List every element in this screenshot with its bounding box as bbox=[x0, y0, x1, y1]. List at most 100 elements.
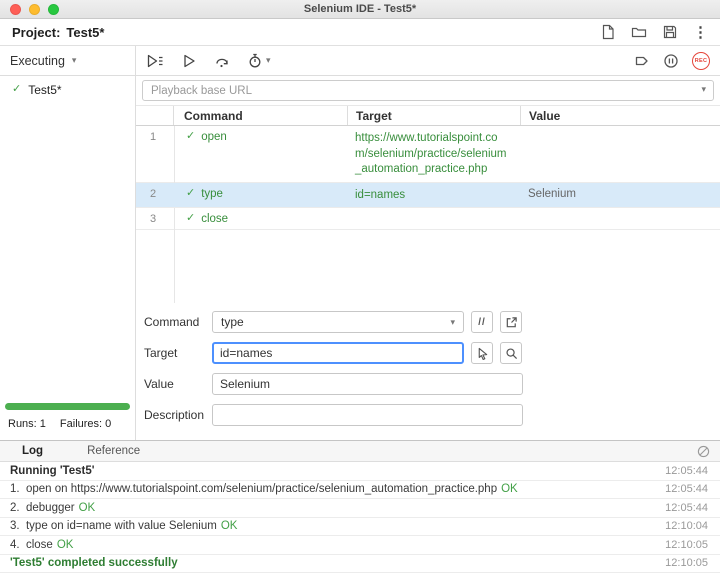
tests-sidebar: Executing ▾ ✓ Test5* Runs: 1 Failures: 0 bbox=[0, 46, 136, 440]
test-name: Test5* bbox=[28, 83, 61, 97]
project-name: Test5* bbox=[66, 25, 104, 40]
toolbar-right: REC bbox=[634, 52, 710, 70]
find-target-in-page-button[interactable] bbox=[500, 342, 522, 364]
record-button[interactable]: REC bbox=[692, 52, 710, 70]
tests-view-dropdown[interactable]: Executing ▾ bbox=[0, 46, 135, 76]
log-entry: 4. close OK 12:10:05 bbox=[0, 536, 720, 555]
tab-reference[interactable]: Reference bbox=[87, 445, 140, 457]
log-timestamp: 12:10:05 bbox=[665, 557, 708, 569]
row-value bbox=[520, 208, 720, 229]
select-target-in-page-button[interactable] bbox=[471, 342, 493, 364]
clear-log-icon[interactable] bbox=[697, 445, 710, 458]
log-panel: Log Reference Running 'Test5' 12:05:44 1… bbox=[0, 440, 720, 574]
sidebar-spacer bbox=[0, 103, 135, 403]
passed-check-icon: ✓ bbox=[186, 131, 195, 142]
log-entry: 1. open on https://www.tutorialspoint.co… bbox=[0, 481, 720, 500]
close-window-button[interactable] bbox=[10, 4, 21, 15]
command-row: Command type ▾ // bbox=[144, 311, 710, 333]
log-timestamp: 12:05:44 bbox=[665, 483, 708, 495]
value-label: Value bbox=[144, 377, 212, 391]
passed-check-icon: ✓ bbox=[12, 84, 21, 95]
log-tabs: Log Reference bbox=[0, 441, 720, 462]
run-stats: Runs: 1 Failures: 0 bbox=[0, 418, 135, 440]
row-value: Selenium bbox=[520, 183, 720, 208]
command-label: Command bbox=[144, 315, 212, 329]
description-input[interactable] bbox=[212, 404, 523, 426]
zoom-window-button[interactable] bbox=[48, 4, 59, 15]
pause-on-exceptions-icon[interactable] bbox=[663, 53, 679, 69]
ok-status: OK bbox=[57, 539, 74, 551]
run-current-test-button[interactable] bbox=[181, 53, 197, 69]
log-timestamp: 12:10:04 bbox=[665, 520, 708, 532]
value-row: Value bbox=[144, 373, 710, 395]
ok-status: OK bbox=[221, 520, 238, 532]
toggle-comment-button[interactable]: // bbox=[471, 311, 493, 333]
run-progress-bar bbox=[5, 403, 130, 410]
table-row[interactable]: 3 ✓ close bbox=[136, 208, 720, 230]
log-entry: 'Test5' completed successfully 12:10:05 bbox=[0, 555, 720, 574]
chevron-down-icon: ▾ bbox=[266, 56, 271, 65]
row-command: type bbox=[201, 188, 223, 200]
playback-base-url-input[interactable] bbox=[142, 80, 714, 101]
row-value bbox=[520, 126, 720, 182]
ok-status: OK bbox=[79, 502, 96, 514]
row-number: 2 bbox=[136, 183, 174, 208]
passed-check-icon: ✓ bbox=[186, 188, 195, 199]
table-body: 1 ✓ open https://www.tutorialspoint.com/… bbox=[136, 126, 720, 303]
tab-log[interactable]: Log bbox=[22, 445, 43, 457]
selenium-ide-window: Selenium IDE - Test5* Project: Test5* ⋮ bbox=[0, 0, 720, 574]
column-number bbox=[136, 106, 174, 125]
test-speed-button[interactable]: ▾ bbox=[247, 52, 271, 69]
log-entry: 2. debugger OK 12:05:44 bbox=[0, 499, 720, 518]
main-panel: ▾ REC bbox=[136, 46, 720, 440]
command-select[interactable]: type ▾ bbox=[212, 311, 464, 333]
playback-toolbar: ▾ REC bbox=[136, 46, 720, 76]
chevron-down-icon: ▾ bbox=[450, 318, 455, 327]
window-title: Selenium IDE - Test5* bbox=[0, 3, 720, 15]
row-target bbox=[347, 208, 520, 229]
column-value: Value bbox=[520, 106, 720, 125]
table-row[interactable]: 1 ✓ open https://www.tutorialspoint.com/… bbox=[136, 126, 720, 183]
row-number: 1 bbox=[136, 126, 174, 182]
column-target: Target bbox=[347, 106, 520, 125]
log-entry: 3. type on id=name with value Selenium O… bbox=[0, 518, 720, 537]
log-entries: Running 'Test5' 12:05:44 1. open on http… bbox=[0, 462, 720, 574]
table-row-selected[interactable]: 2 ✓ type id=names Selenium bbox=[136, 183, 720, 209]
target-label: Target bbox=[144, 346, 212, 360]
more-menu-icon[interactable]: ⋮ bbox=[693, 25, 708, 40]
log-entry: Running 'Test5' 12:05:44 bbox=[0, 462, 720, 481]
row-command: close bbox=[201, 213, 228, 225]
workspace: Executing ▾ ✓ Test5* Runs: 1 Failures: 0 bbox=[0, 46, 720, 440]
passed-check-icon: ✓ bbox=[186, 213, 195, 224]
minimize-window-button[interactable] bbox=[29, 4, 40, 15]
value-input[interactable] bbox=[212, 373, 523, 395]
target-input[interactable] bbox=[212, 342, 464, 364]
description-row: Description bbox=[144, 404, 710, 426]
log-timestamp: 12:05:44 bbox=[665, 502, 708, 514]
runs-count: Runs: 1 bbox=[8, 418, 46, 430]
titlebar: Selenium IDE - Test5* bbox=[0, 0, 720, 19]
new-project-icon[interactable] bbox=[600, 24, 616, 40]
window-controls bbox=[0, 4, 59, 15]
row-target: id=names bbox=[347, 183, 520, 208]
step-over-button[interactable] bbox=[214, 53, 230, 69]
row-command: open bbox=[201, 131, 227, 143]
chevron-down-icon: ▾ bbox=[701, 85, 706, 94]
failures-count: Failures: 0 bbox=[60, 418, 111, 430]
target-row: Target bbox=[144, 342, 710, 364]
open-reference-button[interactable] bbox=[500, 311, 522, 333]
column-command: Command bbox=[174, 106, 347, 125]
ok-status: OK bbox=[501, 483, 518, 495]
run-all-tests-button[interactable] bbox=[146, 53, 164, 69]
sidebar-item-test5[interactable]: ✓ Test5* bbox=[0, 76, 135, 103]
table-header: Command Target Value bbox=[136, 105, 720, 126]
save-project-icon[interactable] bbox=[662, 24, 678, 40]
log-timestamp: 12:10:05 bbox=[665, 539, 708, 551]
base-url-row: ▾ bbox=[136, 76, 720, 105]
open-project-icon[interactable] bbox=[631, 24, 647, 40]
log-timestamp: 12:05:44 bbox=[665, 465, 708, 477]
row-target: https://www.tutorialspoint.com/selenium/… bbox=[347, 126, 520, 182]
project-actions: ⋮ bbox=[600, 24, 708, 40]
disable-breakpoints-icon[interactable] bbox=[634, 53, 650, 69]
tests-view-label: Executing bbox=[10, 54, 65, 68]
